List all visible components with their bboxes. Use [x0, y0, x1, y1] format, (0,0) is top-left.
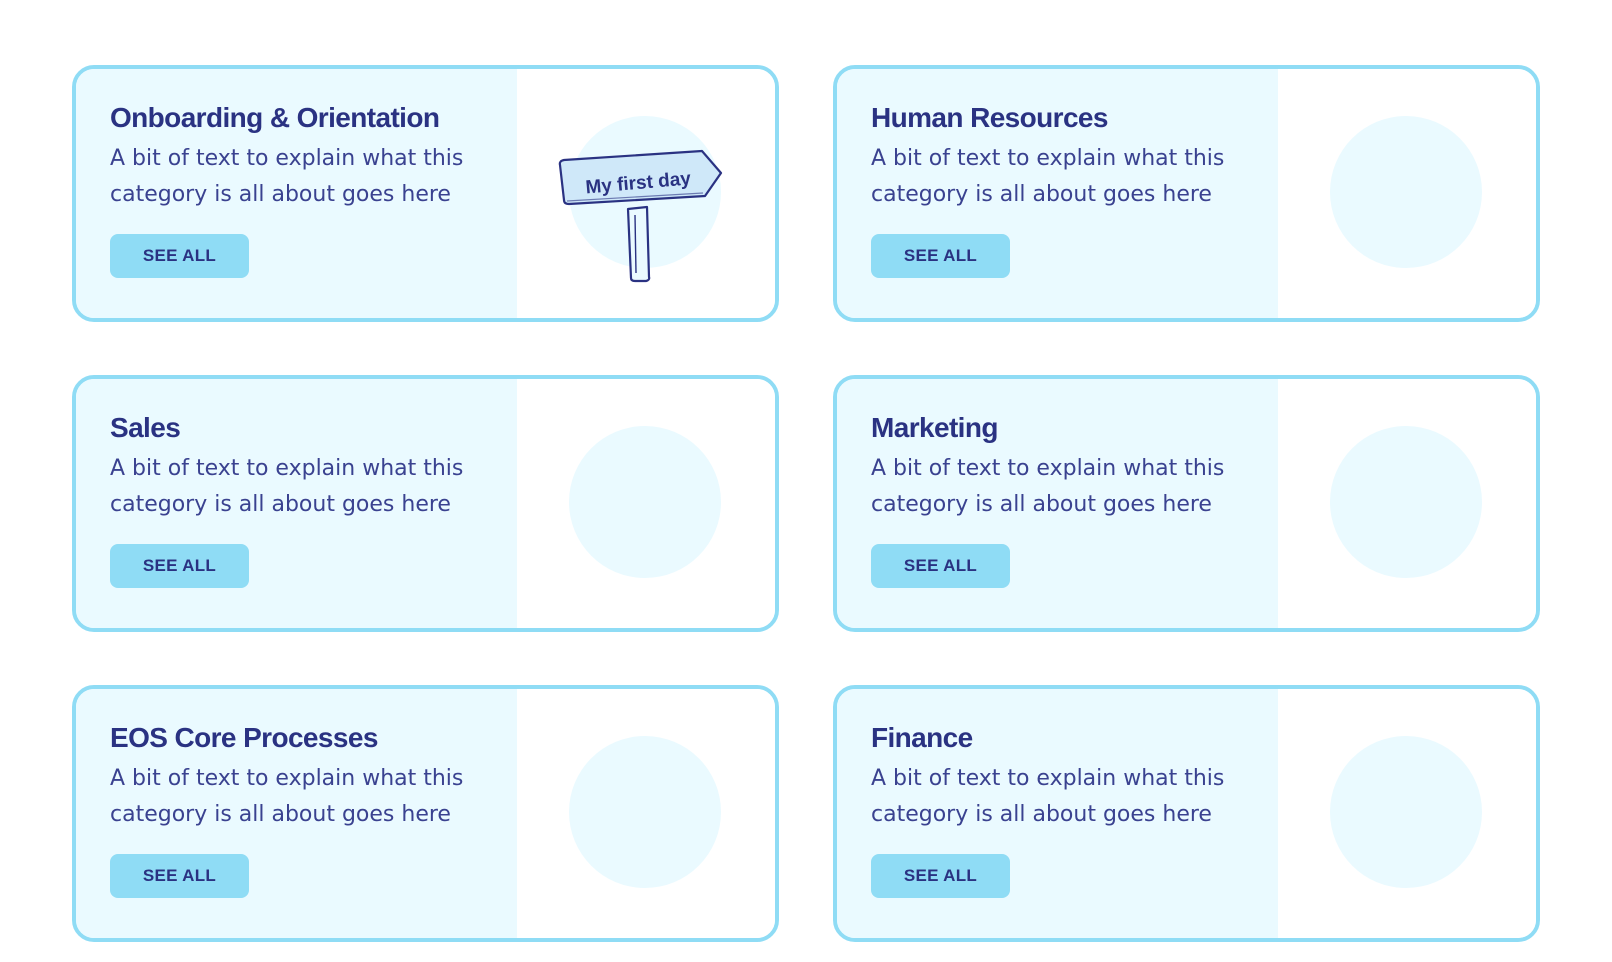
card-description: A bit of text to explain what this categ… — [110, 766, 464, 827]
see-all-button[interactable]: SEE ALL — [871, 854, 1010, 898]
card-title: Marketing — [871, 412, 998, 443]
illustration-circle — [569, 426, 721, 578]
category-card-onboarding: Onboarding & Orientation A bit of text t… — [72, 65, 779, 322]
card-description: A bit of text to explain what this categ… — [871, 146, 1225, 207]
card-illustration-panel — [1278, 689, 1536, 938]
card-illustration-panel — [1278, 379, 1536, 628]
see-all-button[interactable]: SEE ALL — [110, 544, 249, 588]
card-illustration-panel — [517, 689, 775, 938]
card-text-panel: Onboarding & Orientation A bit of text t… — [76, 69, 517, 318]
card-description: A bit of text to explain what this categ… — [871, 766, 1225, 827]
card-text-panel: Marketing A bit of text to explain what … — [837, 379, 1278, 628]
see-all-button[interactable]: SEE ALL — [871, 234, 1010, 278]
card-title: Human Resources — [871, 102, 1108, 133]
card-description: A bit of text to explain what this categ… — [110, 456, 464, 517]
illustration-circle — [1330, 116, 1482, 268]
card-illustration-panel: My first day — [517, 69, 775, 318]
category-card-human-resources: Human Resources A bit of text to explain… — [833, 65, 1540, 322]
card-illustration-panel — [1278, 69, 1536, 318]
category-card-sales: Sales A bit of text to explain what this… — [72, 375, 779, 632]
category-card-marketing: Marketing A bit of text to explain what … — [833, 375, 1540, 632]
card-text-panel: EOS Core Processes A bit of text to expl… — [76, 689, 517, 938]
signpost-icon: My first day — [558, 149, 723, 283]
category-card-finance: Finance A bit of text to explain what th… — [833, 685, 1540, 942]
card-description: A bit of text to explain what this categ… — [871, 456, 1225, 517]
see-all-button[interactable]: SEE ALL — [110, 854, 249, 898]
card-text-panel: Finance A bit of text to explain what th… — [837, 689, 1278, 938]
illustration-circle — [1330, 426, 1482, 578]
illustration-circle — [569, 736, 721, 888]
category-card-eos-core-processes: EOS Core Processes A bit of text to expl… — [72, 685, 779, 942]
card-title: Onboarding & Orientation — [110, 102, 440, 133]
card-title: Finance — [871, 722, 973, 753]
card-title: EOS Core Processes — [110, 722, 378, 753]
illustration-circle — [1330, 736, 1482, 888]
category-grid: Onboarding & Orientation A bit of text t… — [72, 65, 1540, 942]
see-all-button[interactable]: SEE ALL — [871, 544, 1010, 588]
card-text-panel: Human Resources A bit of text to explain… — [837, 69, 1278, 318]
see-all-button[interactable]: SEE ALL — [110, 234, 249, 278]
card-title: Sales — [110, 412, 181, 443]
card-illustration-panel — [517, 379, 775, 628]
card-description: A bit of text to explain what this categ… — [110, 146, 464, 207]
card-text-panel: Sales A bit of text to explain what this… — [76, 379, 517, 628]
